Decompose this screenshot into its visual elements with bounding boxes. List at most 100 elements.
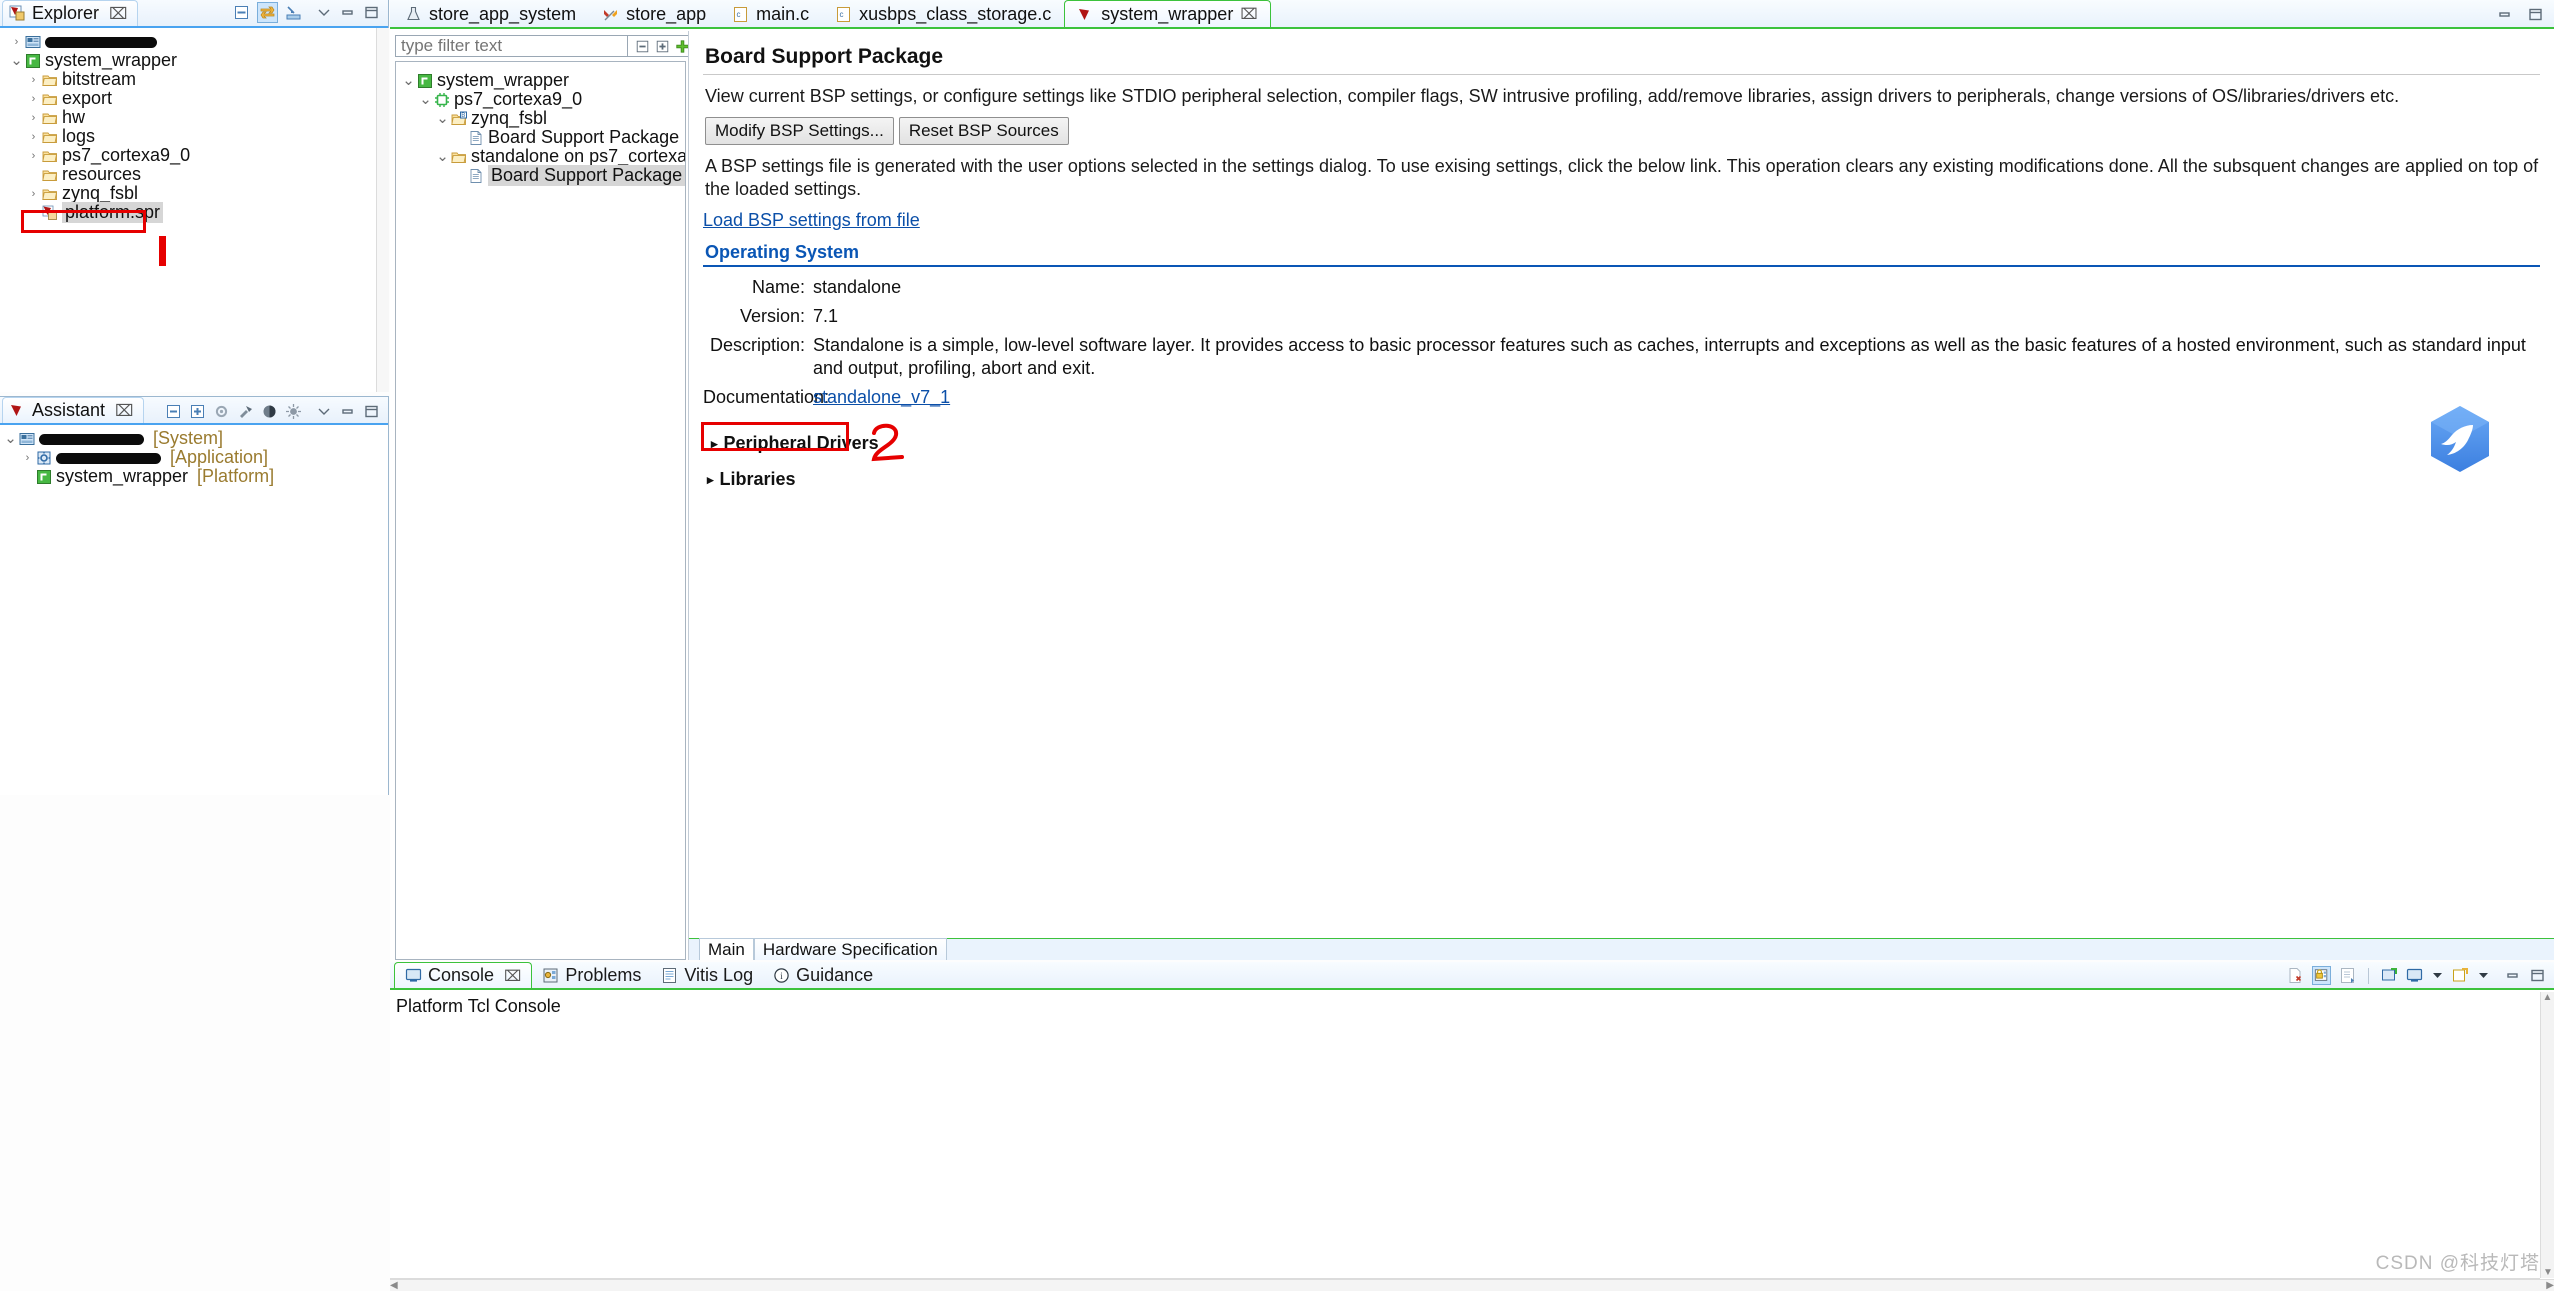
chevron-right-icon[interactable]: › xyxy=(27,73,40,86)
open-console-dropdown-icon[interactable] xyxy=(2431,969,2444,982)
filter-input[interactable] xyxy=(395,35,628,57)
tree-item[interactable]: Board Support Package xyxy=(396,127,685,147)
close-icon[interactable]: ⌧ xyxy=(109,4,127,24)
tree-item[interactable]: › hw xyxy=(0,107,388,127)
expand-all-icon[interactable] xyxy=(655,39,670,54)
console-body[interactable]: Platform Tcl Console xyxy=(390,992,2554,1291)
tree-item[interactable]: resources xyxy=(0,164,388,184)
chevron-down-icon[interactable]: ⌄ xyxy=(436,111,449,126)
collapse-all-icon[interactable] xyxy=(233,4,250,21)
assistant-tree[interactable]: ⌄ [System] › [Application] system_wrapper … xyxy=(0,425,388,486)
chevron-down-icon[interactable]: ⌄ xyxy=(419,92,432,107)
tree-item[interactable]: ⌄ ps7_cortexa9_0 xyxy=(396,89,685,109)
scroll-up-arrow[interactable]: ▲ xyxy=(2541,992,2554,1003)
expander-libraries[interactable]: ▸ Libraries xyxy=(707,469,2540,490)
tree-item[interactable]: › zynq_fsbl xyxy=(0,183,388,203)
scroll-lock-icon[interactable] xyxy=(2312,966,2331,985)
maximize-icon[interactable] xyxy=(2529,967,2546,984)
close-icon[interactable]: ⌧ xyxy=(115,401,133,421)
tree-item[interactable]: › [Application] xyxy=(0,447,388,467)
build-hammer-icon[interactable] xyxy=(237,403,254,420)
console-tab-vitis-log[interactable]: Vitis Log xyxy=(651,962,763,988)
open-console-icon[interactable] xyxy=(2406,967,2423,984)
close-icon[interactable]: ⌧ xyxy=(1240,5,1257,23)
tree-item-label: ps7_cortexa9_0 xyxy=(454,89,583,109)
editor-tab-system-wrapper[interactable]: system_wrapper ⌧ xyxy=(1064,0,1271,27)
minimize-icon[interactable] xyxy=(339,403,356,420)
chevron-right-icon[interactable]: › xyxy=(27,187,40,200)
documentation-link[interactable]: standalone_v7_1 xyxy=(813,387,950,407)
tree-item[interactable]: › export xyxy=(0,88,388,108)
collapse-all-icon[interactable] xyxy=(635,39,650,54)
editor-tab-store-app-system[interactable]: store_app_system xyxy=(392,0,589,27)
display-selected-console-icon[interactable] xyxy=(2381,967,2398,984)
tree-item[interactable]: › ps7_cortexa9_0 xyxy=(0,145,388,165)
new-console-dropdown-icon[interactable] xyxy=(2477,969,2490,982)
view-menu-icon[interactable] xyxy=(315,403,332,420)
tab-explorer[interactable]: Explorer ⌧ xyxy=(2,0,139,26)
chevron-right-icon[interactable]: › xyxy=(27,149,40,162)
bsp-tree[interactable]: ⌄ system_wrapper ⌄ ps7_cortexa9_0 ⌄ Bzynq_fsb… xyxy=(395,61,686,960)
editor-scrollbar-horizontal[interactable]: ◀ ▶ xyxy=(390,1279,2554,1291)
chevron-down-icon[interactable]: ⌄ xyxy=(10,53,23,68)
minimize-icon[interactable] xyxy=(339,4,356,21)
minimize-icon[interactable] xyxy=(2496,6,2513,23)
problems-icon xyxy=(542,967,559,984)
console-tab-guidance[interactable]: i Guidance xyxy=(763,962,883,988)
bsp-bottom-tab-hardware-specification[interactable]: Hardware Specification xyxy=(753,937,947,960)
chevron-right-icon[interactable]: › xyxy=(21,451,34,464)
editor-tab-main-c[interactable]: c main.c xyxy=(719,0,822,27)
tree-item[interactable]: ⌄ system_wrapper xyxy=(0,50,388,70)
console-tab-problems[interactable]: Problems xyxy=(532,962,651,988)
chevron-down-icon[interactable]: ⌄ xyxy=(436,149,449,164)
expand-all-icon[interactable] xyxy=(189,403,206,420)
chevron-down-icon[interactable]: ⌄ xyxy=(402,73,415,88)
folder-icon xyxy=(42,186,58,202)
clear-console-icon[interactable] xyxy=(2287,967,2304,984)
tree-item[interactable]: › bitstream xyxy=(0,69,388,89)
scroll-left-arrow[interactable]: ◀ xyxy=(390,1280,398,1291)
scroll-down-arrow[interactable]: ▼ xyxy=(2541,1267,2554,1278)
link-selection-icon[interactable] xyxy=(285,4,302,21)
maximize-icon[interactable] xyxy=(2527,6,2544,23)
chevron-right-icon[interactable]: › xyxy=(27,130,40,143)
view-menu-icon[interactable] xyxy=(315,4,332,21)
tab-assistant[interactable]: Assistant ⌧ xyxy=(2,397,145,423)
tree-item[interactable]: › xyxy=(0,32,388,51)
chevron-right-icon[interactable]: › xyxy=(10,35,23,48)
tree-item[interactable]: system_wrapper [Platform] xyxy=(0,466,388,486)
tree-item[interactable]: ⌄ Bzynq_fsbl xyxy=(396,108,685,128)
load-bsp-settings-link[interactable]: Load BSP settings from file xyxy=(703,210,920,230)
explorer-toolbar xyxy=(233,2,388,26)
minimize-icon[interactable] xyxy=(2504,967,2521,984)
explorer-tree[interactable]: › ⌄ system_wrapper › bitstream › export › hw › log… xyxy=(0,28,388,223)
debug-icon[interactable] xyxy=(285,403,302,420)
gear-icon[interactable] xyxy=(213,403,230,420)
new-console-view-icon[interactable] xyxy=(2452,967,2469,984)
reset-bsp-sources-button[interactable]: Reset BSP Sources xyxy=(898,117,1069,145)
link-with-editor-icon[interactable] xyxy=(257,2,278,23)
tree-item[interactable]: ⌄ system_wrapper xyxy=(396,70,685,90)
maximize-icon[interactable] xyxy=(363,403,380,420)
collapse-all-icon[interactable] xyxy=(165,403,182,420)
chevron-down-icon[interactable]: ⌄ xyxy=(4,431,17,446)
modify-bsp-settings-button[interactable]: Modify BSP Settings... xyxy=(705,117,894,145)
console-scrollbar-vertical[interactable]: ▲ ▼ xyxy=(2540,992,2554,1278)
editor-tab-store-app[interactable]: store_app xyxy=(589,0,719,27)
pin-console-icon[interactable] xyxy=(2339,967,2356,984)
tree-item[interactable]: › logs xyxy=(0,126,388,146)
tree-item[interactable]: Board Support Package xyxy=(396,165,685,186)
scroll-right-arrow[interactable]: ▶ xyxy=(2546,1280,2554,1291)
explorer-scrollbar-vertical[interactable] xyxy=(376,28,389,392)
document-icon xyxy=(468,168,484,184)
tree-item[interactable]: ⌄ standalone on ps7_cortexa9_0 xyxy=(396,146,685,166)
console-tab-console[interactable]: Console ⌧ xyxy=(394,962,533,988)
tree-item[interactable]: ⌄ [System] xyxy=(0,428,388,448)
chevron-right-icon[interactable]: › xyxy=(27,92,40,105)
chevron-right-icon[interactable]: › xyxy=(27,111,40,124)
maximize-icon[interactable] xyxy=(363,4,380,21)
run-icon[interactable] xyxy=(261,403,278,420)
close-icon[interactable]: ⌧ xyxy=(504,967,521,985)
bsp-bottom-tab-main[interactable]: Main xyxy=(699,937,754,960)
editor-tab-xusbps-class-storage-c[interactable]: c xusbps_class_storage.c xyxy=(822,0,1064,27)
